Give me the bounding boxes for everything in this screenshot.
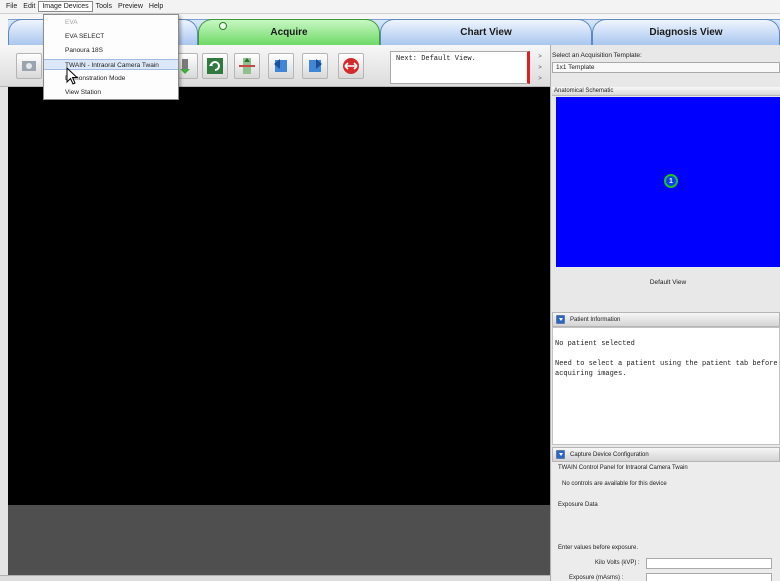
patient-instruction: Need to select a patient using the patie… bbox=[555, 359, 778, 379]
left-margin bbox=[0, 87, 8, 575]
kv-input[interactable] bbox=[646, 558, 772, 569]
menu-item-eva[interactable]: EVA bbox=[44, 17, 178, 28]
template-select[interactable]: 1x1 Template bbox=[552, 62, 780, 73]
template-label: Select an Acquisition Template: bbox=[552, 52, 642, 59]
twain-panel-name: TWAIN Control Panel for Intraoral Camera… bbox=[558, 465, 688, 471]
camera-icon bbox=[22, 61, 36, 71]
menu-item-eva-select[interactable]: EVA SELECT bbox=[44, 31, 178, 42]
flip-horizontal-button[interactable] bbox=[338, 53, 364, 79]
active-tab-indicator-icon bbox=[219, 22, 227, 30]
patient-info-title: Patient Information bbox=[570, 316, 621, 323]
patient-status: No patient selected bbox=[555, 340, 635, 348]
rotate-left-icon bbox=[274, 59, 287, 72]
flip-horizontal-icon bbox=[343, 58, 359, 74]
capture-config-body: TWAIN Control Panel for Intraoral Camera… bbox=[552, 462, 780, 581]
schematic-caption: Default View bbox=[649, 279, 687, 286]
schematic-title: Anatomical Schematic bbox=[552, 87, 780, 96]
menu-item-view-station[interactable]: View Station bbox=[44, 87, 178, 98]
exposure-label: Exposure (mAsms) : bbox=[569, 575, 624, 581]
rotate-right-icon bbox=[309, 59, 322, 72]
thumbnail-strip[interactable] bbox=[8, 505, 550, 575]
tab-diagnosis-view[interactable]: Diagnosis View bbox=[592, 19, 780, 45]
menu-image-devices[interactable]: Image Devices bbox=[38, 1, 93, 12]
template-scroll-arrows[interactable]: > > > bbox=[534, 51, 546, 84]
rotate-right-button[interactable] bbox=[302, 53, 328, 79]
menu-preview[interactable]: Preview bbox=[115, 2, 146, 11]
menu-tools[interactable]: Tools bbox=[93, 2, 115, 11]
exposure-data-title: Exposure Data bbox=[558, 502, 598, 508]
chevron-right-icon: > bbox=[538, 53, 542, 60]
flip-vertical-button[interactable] bbox=[234, 53, 260, 79]
patient-instruction-line-1: Need to select a patient using the patie… bbox=[555, 360, 778, 368]
menu-edit[interactable]: Edit bbox=[20, 2, 38, 11]
rotate-button[interactable] bbox=[202, 53, 228, 79]
menu-item-demonstration-mode[interactable]: Demonstration Mode bbox=[44, 73, 178, 84]
horizontal-scrollbar[interactable] bbox=[0, 575, 550, 581]
patient-info-header[interactable]: Patient Information bbox=[552, 312, 780, 327]
chevron-right-icon: > bbox=[538, 75, 542, 82]
menu-item-panoura-18s[interactable]: Panoura 18S bbox=[44, 45, 178, 56]
next-view-status: Next: Default View. bbox=[390, 51, 530, 84]
kv-label: Kilo Volts (kVP) : bbox=[595, 560, 640, 566]
capture-config-header[interactable]: Capture Device Configuration bbox=[552, 447, 780, 462]
flip-vertical-icon bbox=[239, 58, 255, 74]
exposure-input[interactable] bbox=[646, 573, 772, 581]
camera-button[interactable] bbox=[16, 53, 42, 79]
no-controls-message: No controls are available for this devic… bbox=[562, 481, 667, 487]
menu-bar: File Edit Image Devices Tools Preview He… bbox=[0, 0, 780, 14]
rotate-icon bbox=[207, 58, 223, 74]
image-viewport[interactable] bbox=[8, 87, 550, 505]
chevron-right-icon: > bbox=[538, 64, 542, 71]
rotate-left-button[interactable] bbox=[268, 53, 294, 79]
patient-instruction-line-2: acquiring images. bbox=[555, 370, 627, 378]
tab-chart-view[interactable]: Chart View bbox=[380, 19, 592, 45]
capture-config-title: Capture Device Configuration bbox=[570, 451, 649, 458]
menu-item-twain-camera[interactable]: TWAIN - Intraoral Camera Twain bbox=[44, 59, 178, 70]
patient-info-text: No patient selected Need to select a pat… bbox=[552, 327, 780, 445]
enter-values-message: Enter values before exposure. bbox=[558, 545, 639, 551]
menu-help[interactable]: Help bbox=[146, 2, 166, 11]
tooth-marker[interactable]: 1 bbox=[664, 174, 678, 188]
collapse-icon[interactable] bbox=[556, 450, 565, 459]
image-devices-dropdown: EVA EVA SELECT Panoura 18S TWAIN - Intra… bbox=[43, 14, 179, 100]
menu-file[interactable]: File bbox=[3, 2, 20, 11]
collapse-icon[interactable] bbox=[556, 315, 565, 324]
mouse-pointer-icon bbox=[66, 67, 78, 85]
